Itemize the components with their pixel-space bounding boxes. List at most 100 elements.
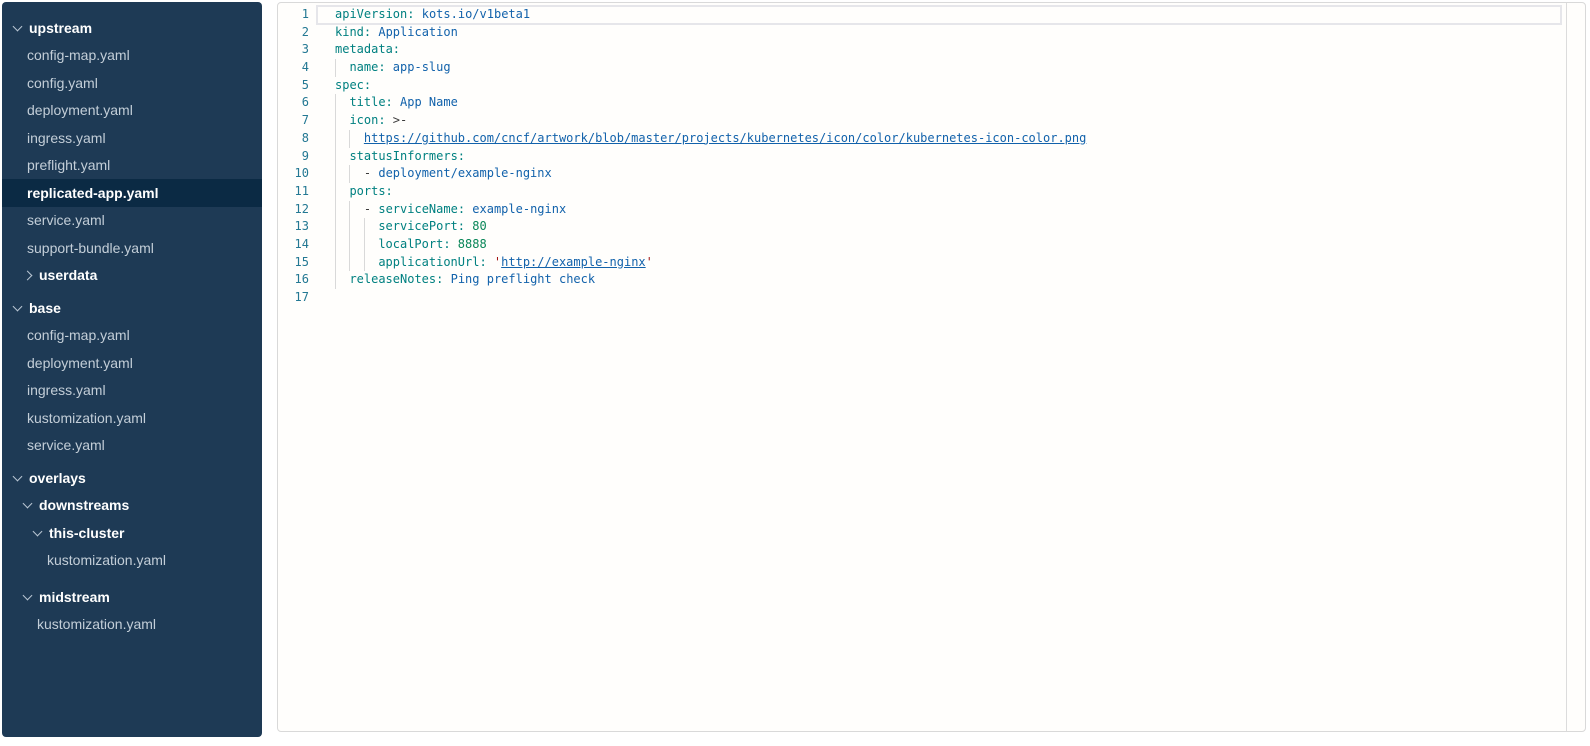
tree-item-kustomization-yaml[interactable]: kustomization.yaml [2, 547, 262, 575]
tree-item-label: kustomization.yaml [47, 552, 166, 568]
line-number: 13 [278, 218, 316, 236]
tree-item-config-map-yaml[interactable]: config-map.yaml [2, 42, 262, 70]
indent-guide [335, 112, 349, 130]
tree-item-overlays[interactable]: overlays [2, 464, 262, 492]
indent-guide [349, 236, 363, 254]
code-line-content: ports: [316, 183, 1585, 201]
code-line-content: https://github.com/cncf/artwork/blob/mas… [316, 130, 1585, 148]
chevron-down-icon[interactable] [33, 526, 43, 536]
url-link[interactable]: https://github.com/cncf/artwork/blob/mas… [364, 131, 1086, 145]
indent-guide [335, 271, 349, 289]
token-value: App Name [400, 95, 458, 109]
indent-guide [335, 59, 349, 77]
code-line-content: metadata: [316, 41, 1585, 59]
tree-item-label: midstream [39, 589, 110, 605]
code-line[interactable]: 4name: app-slug [278, 59, 1585, 77]
code-line[interactable]: 7icon: >- [278, 112, 1585, 130]
tree-item-service-yaml[interactable]: service.yaml [2, 207, 262, 235]
indent-guide [364, 236, 378, 254]
code-line[interactable]: 1apiVersion: kots.io/v1beta1 [278, 6, 1585, 24]
tree-item-this-cluster[interactable]: this-cluster [2, 519, 262, 547]
line-number: 17 [278, 289, 316, 307]
code-line[interactable]: 8https://github.com/cncf/artwork/blob/ma… [278, 130, 1585, 148]
indent-guide [349, 201, 363, 219]
chevron-down-icon[interactable] [13, 471, 23, 481]
token-key: spec: [335, 78, 371, 92]
tree-item-label: replicated-app.yaml [27, 185, 159, 201]
code-line[interactable]: 3metadata: [278, 41, 1585, 59]
token-plain [386, 113, 393, 127]
tree-item-ingress-yaml[interactable]: ingress.yaml [2, 124, 262, 152]
tree-item-base[interactable]: base [2, 294, 262, 322]
tree-item-kustomization-yaml[interactable]: kustomization.yaml [2, 404, 262, 432]
code-line[interactable]: 10- deployment/example-nginx [278, 165, 1585, 183]
indent-guide [335, 130, 349, 148]
code-line[interactable]: 5 spec: [278, 77, 1585, 95]
token-key: metadata: [335, 42, 400, 56]
chevron-right-icon[interactable] [23, 270, 33, 280]
token-operator: >- [393, 113, 407, 127]
code-line-content [316, 289, 1585, 307]
code-line[interactable]: 14localPort: 8888 [278, 236, 1585, 254]
code-line[interactable]: 11ports: [278, 183, 1585, 201]
code-lines: 1apiVersion: kots.io/v1beta12kind: Appli… [278, 6, 1585, 307]
tree-item-config-yaml[interactable]: config.yaml [2, 69, 262, 97]
chevron-down-icon[interactable] [23, 499, 33, 509]
tree-item-deployment-yaml[interactable]: deployment.yaml [2, 97, 262, 125]
code-line[interactable]: 2kind: Application [278, 24, 1585, 42]
tree-item-label: ingress.yaml [27, 130, 106, 146]
code-line-content: - deployment/example-nginx [316, 165, 1585, 183]
tree-item-label: kustomization.yaml [37, 616, 156, 632]
chevron-down-icon[interactable] [13, 301, 23, 311]
line-number: 14 [278, 236, 316, 254]
tree-item-deployment-yaml[interactable]: deployment.yaml [2, 349, 262, 377]
tree-item-service-yaml[interactable]: service.yaml [2, 432, 262, 460]
tree-item-ingress-yaml[interactable]: ingress.yaml [2, 377, 262, 405]
line-number: 5 [278, 77, 316, 95]
token-plain [393, 95, 400, 109]
tree-item-label: this-cluster [49, 525, 124, 541]
tree-item-upstream[interactable]: upstream [2, 14, 262, 42]
tree-item-userdata[interactable]: userdata [2, 262, 262, 290]
tree-item-label: service.yaml [27, 437, 105, 453]
code-line-content: icon: >- [316, 112, 1585, 130]
tree-item-preflight-yaml[interactable]: preflight.yaml [2, 152, 262, 180]
tree-item-label: deployment.yaml [27, 102, 133, 118]
indent-guide [364, 254, 378, 272]
code-line[interactable]: 9statusInformers: [278, 148, 1585, 166]
code-line[interactable]: 12- serviceName: example-nginx [278, 201, 1585, 219]
line-number: 9 [278, 148, 316, 166]
code-line[interactable]: 6title: App Name [278, 94, 1585, 112]
line-number: 16 [278, 271, 316, 289]
tree-item-label: deployment.yaml [27, 355, 133, 371]
line-number: 15 [278, 254, 316, 272]
code-line[interactable]: 16releaseNotes: Ping preflight check [278, 271, 1585, 289]
chevron-down-icon[interactable] [23, 590, 33, 600]
tree-item-config-map-yaml[interactable]: config-map.yaml [2, 322, 262, 350]
tree-item-downstreams[interactable]: downstreams [2, 492, 262, 520]
tree-item-midstream[interactable]: midstream [2, 583, 262, 611]
indent-guide [364, 218, 378, 236]
tree-item-label: kustomization.yaml [27, 410, 146, 426]
code-line[interactable]: 15applicationUrl: 'http://example-nginx' [278, 254, 1585, 272]
line-number: 12 [278, 201, 316, 219]
yaml-editor[interactable]: 1apiVersion: kots.io/v1beta12kind: Appli… [277, 2, 1586, 732]
tree-item-kustomization-yaml[interactable]: kustomization.yaml [2, 611, 262, 639]
tree-item-replicated-app-yaml[interactable]: replicated-app.yaml [2, 179, 262, 207]
code-line-content: title: App Name [316, 94, 1585, 112]
code-line[interactable]: 17 [278, 289, 1585, 307]
indent-guide [335, 165, 349, 183]
code-line-content: apiVersion: kots.io/v1beta1 [316, 6, 1585, 24]
indent-guide [335, 94, 349, 112]
code-line[interactable]: 13servicePort: 80 [278, 218, 1585, 236]
code-line-content: kind: Application [316, 24, 1585, 42]
token-number: 8888 [458, 237, 487, 251]
tree-item-support-bundle-yaml[interactable]: support-bundle.yaml [2, 234, 262, 262]
scrollbar-track[interactable] [1566, 3, 1567, 731]
chevron-down-icon[interactable] [13, 21, 23, 31]
token-value: deployment/example-nginx [378, 166, 551, 180]
url-link[interactable]: http://example-nginx [501, 255, 646, 269]
line-number: 10 [278, 165, 316, 183]
indent-guide [335, 254, 349, 272]
line-number: 2 [278, 24, 316, 42]
